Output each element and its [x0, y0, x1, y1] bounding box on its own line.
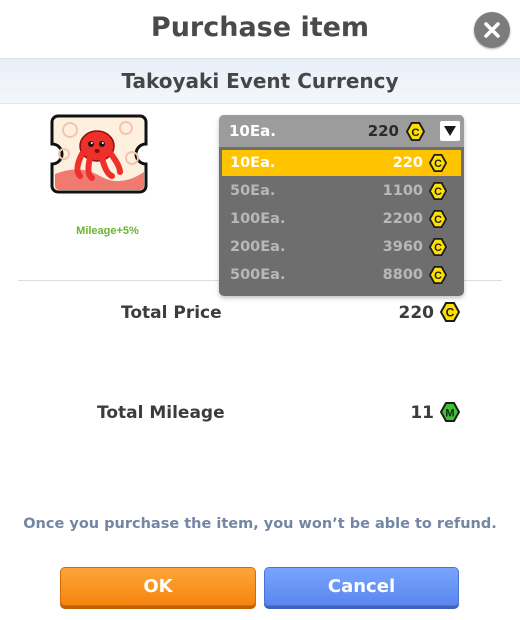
svg-text:C: C: [434, 158, 442, 170]
coin-c-icon: C: [429, 154, 447, 172]
item-thumbnail: [50, 114, 148, 194]
coin-c-icon: C: [406, 122, 425, 141]
dialog-title: Purchase item: [150, 12, 370, 43]
mileage-bonus-label: Mileage+5%: [76, 225, 139, 237]
refund-notice: Once you purchase the item, you won’t be…: [23, 516, 497, 532]
dropdown-selected[interactable]: 10Ea. 220 C: [219, 115, 464, 147]
option-price: 8800: [382, 267, 423, 283]
option-price: 220: [392, 155, 423, 171]
octopus-ticket-icon: [50, 114, 148, 194]
item-name: Takoyaki Event Currency: [121, 69, 399, 93]
dropdown-toggle[interactable]: [440, 121, 460, 141]
dropdown-option[interactable]: 50Ea. 1100 C: [222, 178, 461, 204]
total-mileage-label: Total Mileage: [97, 403, 225, 423]
option-quantity: 100Ea.: [230, 211, 286, 227]
svg-text:M: M: [445, 408, 454, 420]
coin-c-icon: C: [440, 302, 460, 322]
svg-text:C: C: [434, 270, 442, 282]
triangle-down-icon: [444, 126, 456, 136]
svg-text:C: C: [411, 127, 419, 139]
option-price: 1100: [382, 183, 423, 199]
total-mileage-value: 11: [410, 403, 434, 423]
option-price: 2200: [382, 211, 423, 227]
close-icon: [484, 22, 500, 38]
coin-c-icon: C: [429, 182, 447, 200]
coin-c-icon: C: [429, 266, 447, 284]
option-quantity: 200Ea.: [230, 239, 286, 255]
ok-button[interactable]: OK: [60, 567, 256, 606]
dropdown-option[interactable]: 100Ea. 2200 C: [222, 206, 461, 232]
svg-text:C: C: [446, 306, 455, 320]
svg-text:C: C: [434, 186, 442, 198]
coin-c-icon: C: [429, 238, 447, 256]
total-price-value: 220: [398, 303, 435, 323]
close-button[interactable]: [474, 12, 510, 48]
option-quantity: 500Ea.: [230, 267, 286, 283]
svg-text:C: C: [434, 242, 442, 254]
option-price: 3960: [382, 239, 423, 255]
selected-quantity: 10Ea.: [229, 122, 276, 140]
dialog-header: Purchase item: [0, 0, 520, 58]
coin-c-icon: C: [429, 210, 447, 228]
dropdown-option[interactable]: 500Ea. 8800 C: [222, 262, 461, 288]
item-name-bar: Takoyaki Event Currency: [0, 58, 520, 104]
svg-text:C: C: [434, 214, 442, 226]
quantity-dropdown[interactable]: 10Ea. 220 C 10Ea. 220 C 50Ea. 1100 C 100…: [219, 115, 464, 296]
mileage-m-icon: M: [440, 402, 460, 422]
total-price-label: Total Price: [121, 303, 222, 323]
dropdown-option[interactable]: 10Ea. 220 C: [222, 150, 461, 176]
option-quantity: 50Ea.: [230, 183, 276, 199]
dropdown-option[interactable]: 200Ea. 3960 C: [222, 234, 461, 260]
option-quantity: 10Ea.: [230, 155, 276, 171]
selected-price: 220: [367, 122, 399, 140]
cancel-button[interactable]: Cancel: [264, 567, 459, 606]
